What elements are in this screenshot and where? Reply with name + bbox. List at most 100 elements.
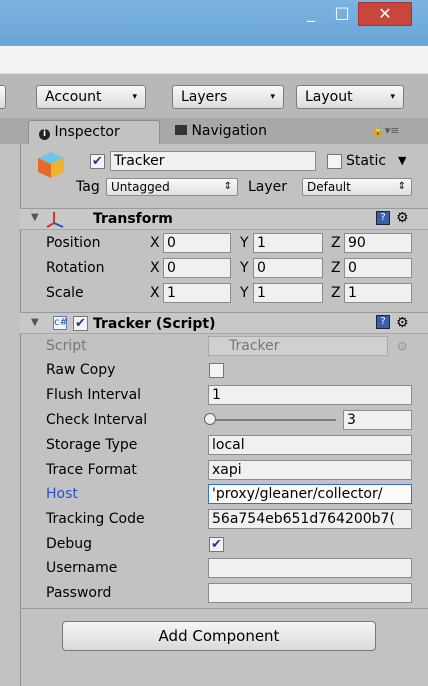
panel-menu[interactable]: 🔒▾≡ [371,122,411,140]
tag-value: Untagged [111,180,170,194]
check-interval-label: Check Interval [46,412,148,428]
username-label: Username [46,560,118,576]
static-label: Static [346,153,387,169]
chevron-down-icon: ▾ [132,92,137,102]
updown-icon: ⇕ [397,181,406,192]
close-button[interactable]: ✕ [358,2,412,26]
tab-inspector[interactable]: i Inspector [28,120,160,144]
tab-navigation-label: Navigation [191,123,267,139]
storage-type-label: Storage Type [46,437,138,453]
gear-icon[interactable]: ⚙ [396,313,409,333]
scale-z-input[interactable]: 1 [344,283,412,303]
static-dropdown-icon[interactable]: ▼ [398,151,406,171]
script-enabled-checkbox[interactable]: ✔ [73,316,88,331]
panel-menu-icon[interactable]: ▾≡ [385,124,400,137]
scale-x-input[interactable]: 1 [163,283,231,303]
foldout-arrow-icon[interactable]: ▼ [31,208,39,228]
rotation-z-input[interactable]: 0 [344,258,412,278]
foldout-arrow-icon[interactable]: ▼ [31,313,39,333]
transform-header[interactable] [20,208,428,230]
trace-format-label: Trace Format [46,462,137,478]
z-label: Z [331,235,341,251]
y-label: Y [240,235,249,251]
layout-dropdown[interactable]: Layout ▾ [296,85,404,109]
info-icon: i [39,129,50,140]
raw-copy-checkbox[interactable] [209,363,224,378]
trace-format-input[interactable]: xapi [208,460,412,480]
navigation-icon [175,125,187,135]
debug-checkbox[interactable]: ✔ [209,537,224,552]
layers-label: Layers [181,89,228,105]
scale-label: Scale [46,285,84,301]
minimize-button[interactable]: _ [296,2,326,26]
panel-tabs: i Inspector Navigation 🔒▾≡ [0,118,428,144]
layout-label: Layout [305,89,353,105]
check-interval-slider-thumb[interactable] [204,413,216,425]
flush-interval-input[interactable]: 1 [208,385,412,405]
rotation-x-input[interactable]: 0 [163,258,231,278]
menu-bar [0,46,428,74]
z-label: Z [331,285,341,301]
transform-title: Transform [93,211,173,227]
script-field-label: Script [46,338,87,354]
chevron-down-icon: ▾ [390,92,395,102]
debug-label: Debug [46,536,93,552]
window-titlebar: _ □ ✕ [0,0,428,46]
x-label: X [150,285,160,301]
rotation-y-input[interactable]: 0 [253,258,323,278]
x-label: X [150,260,160,276]
host-input[interactable]: 'proxy/gleaner/collector/ [208,484,412,504]
z-label: Z [331,260,341,276]
check-interval-slider-track[interactable] [208,419,336,421]
script-reference-field: Tracker [208,336,388,356]
position-z-input[interactable]: 90 [344,233,412,253]
editor-toolbar: Account ▾ Layers ▾ Layout ▾ [0,74,428,118]
scale-y-input[interactable]: 1 [253,283,323,303]
lock-icon[interactable]: 🔒 [371,124,385,137]
tab-navigation[interactable]: Navigation [165,120,285,144]
toolbar-edge-button[interactable] [0,85,6,109]
raw-copy-label: Raw Copy [46,362,116,378]
divider [20,608,428,609]
account-dropdown[interactable]: Account ▾ [36,85,146,109]
help-icon[interactable]: ? [376,211,390,225]
gameobject-cube-icon [36,150,66,180]
layer-dropdown[interactable]: Default ⇕ [302,178,412,196]
transform-axes-icon [45,210,65,228]
object-picker-icon[interactable]: ⊙ [397,336,407,356]
password-label: Password [46,585,112,601]
position-x-input[interactable]: 0 [163,233,231,253]
gear-icon[interactable]: ⚙ [396,208,409,228]
updown-icon: ⇕ [223,181,232,192]
position-y-input[interactable]: 1 [253,233,323,253]
account-label: Account [45,89,102,105]
rotation-label: Rotation [46,260,105,276]
layers-dropdown[interactable]: Layers ▾ [172,85,284,109]
maximize-button[interactable]: □ [328,2,356,26]
tracking-code-input[interactable]: 56a754eb651d764200b7( [208,509,412,529]
tag-dropdown[interactable]: Untagged ⇕ [106,178,238,196]
host-label: Host [46,486,78,502]
password-input[interactable] [208,583,412,603]
storage-type-input[interactable]: local [208,435,412,455]
script-title: Tracker (Script) [93,316,216,332]
layer-value: Default [307,180,351,194]
flush-interval-label: Flush Interval [46,387,142,403]
tag-label: Tag [76,179,100,195]
check-interval-input[interactable]: 3 [343,410,412,430]
static-checkbox[interactable] [327,154,342,169]
position-label: Position [46,235,101,251]
help-icon[interactable]: ? [376,315,390,329]
y-label: Y [240,285,249,301]
gameobject-name-input[interactable]: Tracker [110,151,316,171]
add-component-button[interactable]: Add Component [62,621,376,651]
tab-inspector-label: Inspector [54,124,120,140]
username-input[interactable] [208,558,412,578]
chevron-down-icon: ▾ [270,92,275,102]
gameobject-active-checkbox[interactable]: ✔ [90,154,105,169]
script-icon: c# [53,316,68,330]
y-label: Y [240,260,249,276]
layer-label: Layer [248,179,288,195]
x-label: X [150,235,160,251]
tracking-code-label: Tracking Code [46,511,145,527]
